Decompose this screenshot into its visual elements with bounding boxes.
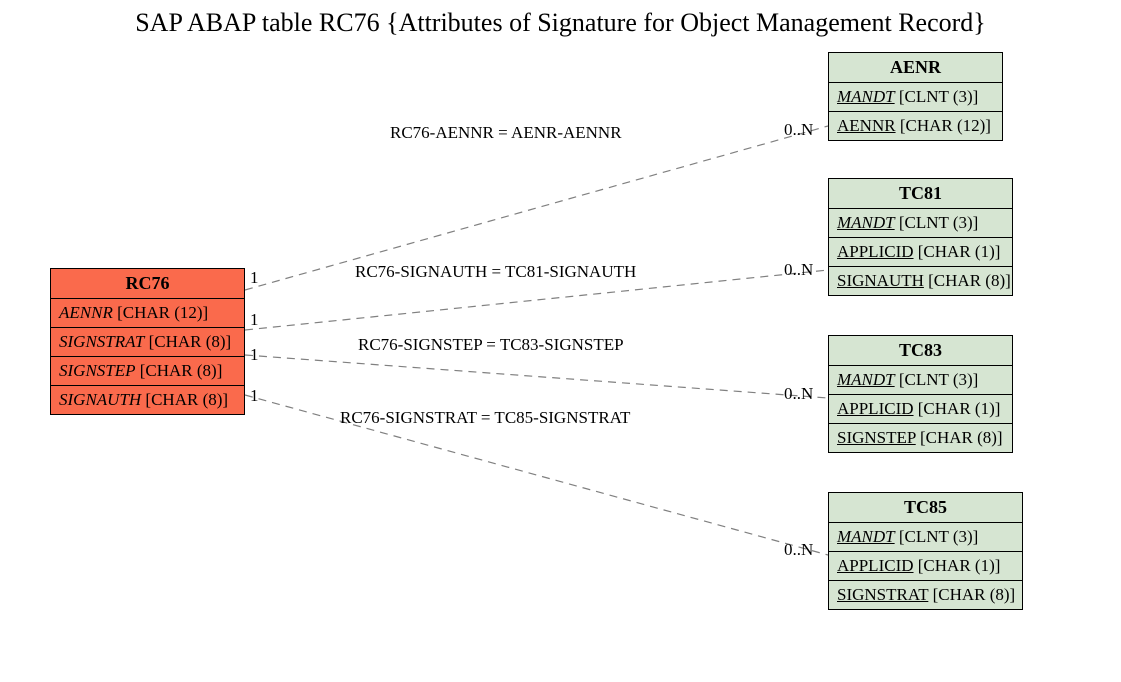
entity-tc81: TC81 MANDT [CLNT (3)] APPLICID [CHAR (1)… <box>828 178 1013 296</box>
entity-rc76-field-signstrat: SIGNSTRAT [CHAR (8)] <box>51 328 244 357</box>
entity-tc85-field-signstrat: SIGNSTRAT [CHAR (8)] <box>829 581 1022 609</box>
entity-aenr-field-aennr: AENNR [CHAR (12)] <box>829 112 1002 140</box>
card-left-tc83: 1 <box>250 345 259 365</box>
edge-label-tc85: RC76-SIGNSTRAT = TC85-SIGNSTRAT <box>340 408 630 428</box>
edge-label-aenr: RC76-AENNR = AENR-AENNR <box>390 123 622 143</box>
entity-aenr-field-mandt: MANDT [CLNT (3)] <box>829 83 1002 112</box>
entity-rc76-field-signauth: SIGNAUTH [CHAR (8)] <box>51 386 244 414</box>
entity-aenr-header: AENR <box>829 53 1002 83</box>
card-left-tc85: 1 <box>250 386 259 406</box>
card-right-tc85: 0..N <box>784 540 813 560</box>
entity-tc83-field-applicid: APPLICID [CHAR (1)] <box>829 395 1012 424</box>
entity-rc76: RC76 AENNR [CHAR (12)] SIGNSTRAT [CHAR (… <box>50 268 245 415</box>
entity-tc81-field-signauth: SIGNAUTH [CHAR (8)] <box>829 267 1012 295</box>
entity-tc81-header: TC81 <box>829 179 1012 209</box>
entity-tc81-field-mandt: MANDT [CLNT (3)] <box>829 209 1012 238</box>
card-right-tc83: 0..N <box>784 384 813 404</box>
entity-rc76-header: RC76 <box>51 269 244 299</box>
edge-label-tc83: RC76-SIGNSTEP = TC83-SIGNSTEP <box>358 335 624 355</box>
card-left-tc81: 1 <box>250 310 259 330</box>
entity-rc76-field-aennr: AENNR [CHAR (12)] <box>51 299 244 328</box>
entity-tc81-field-applicid: APPLICID [CHAR (1)] <box>829 238 1012 267</box>
entity-tc85: TC85 MANDT [CLNT (3)] APPLICID [CHAR (1)… <box>828 492 1023 610</box>
entity-rc76-field-signstep: SIGNSTEP [CHAR (8)] <box>51 357 244 386</box>
card-left-aenr: 1 <box>250 268 259 288</box>
edge-rc76-tc83 <box>245 355 828 398</box>
entity-tc85-header: TC85 <box>829 493 1022 523</box>
edge-label-tc81: RC76-SIGNAUTH = TC81-SIGNAUTH <box>355 262 636 282</box>
page-title: SAP ABAP table RC76 {Attributes of Signa… <box>0 8 1121 38</box>
card-right-aenr: 0..N <box>784 120 813 140</box>
entity-tc83: TC83 MANDT [CLNT (3)] APPLICID [CHAR (1)… <box>828 335 1013 453</box>
entity-tc85-field-mandt: MANDT [CLNT (3)] <box>829 523 1022 552</box>
entity-tc83-header: TC83 <box>829 336 1012 366</box>
entity-tc83-field-mandt: MANDT [CLNT (3)] <box>829 366 1012 395</box>
card-right-tc81: 0..N <box>784 260 813 280</box>
entity-tc85-field-applicid: APPLICID [CHAR (1)] <box>829 552 1022 581</box>
entity-tc83-field-signstep: SIGNSTEP [CHAR (8)] <box>829 424 1012 452</box>
entity-aenr: AENR MANDT [CLNT (3)] AENNR [CHAR (12)] <box>828 52 1003 141</box>
